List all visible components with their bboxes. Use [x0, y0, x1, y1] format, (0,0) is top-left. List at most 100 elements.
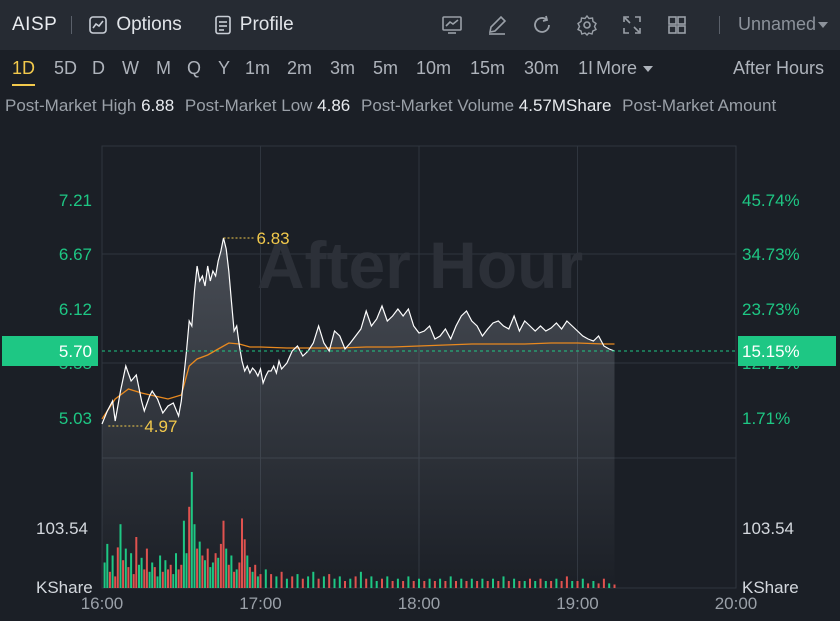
- period-5m[interactable]: 5m: [373, 58, 398, 79]
- volume-bar: [359, 571, 362, 588]
- indicator-chart-icon[interactable]: [440, 13, 464, 37]
- gear-icon[interactable]: [575, 13, 599, 37]
- volume-bar: [587, 583, 590, 588]
- period-5d[interactable]: 5D: [54, 58, 77, 79]
- divider: [718, 15, 720, 34]
- volume-bar: [230, 555, 233, 588]
- period-q[interactable]: Q: [187, 58, 201, 79]
- volume-bar: [193, 524, 196, 588]
- volume-bar: [143, 569, 146, 588]
- volume-bar: [211, 562, 214, 588]
- volume-bar: [175, 553, 177, 588]
- volume-bar: [135, 537, 138, 588]
- volume-bar: [164, 560, 167, 588]
- volume-bar: [114, 576, 117, 588]
- volume-bar: [233, 571, 236, 588]
- volume-bar: [497, 581, 500, 588]
- current-price-label: 5.70: [59, 342, 92, 361]
- volume-bar: [148, 571, 151, 588]
- profile-button[interactable]: Profile: [214, 14, 294, 36]
- volume-bar: [222, 520, 225, 588]
- volume-bar: [219, 543, 222, 588]
- volume-bar: [444, 581, 447, 588]
- volume-bar: [481, 578, 484, 588]
- period-y[interactable]: Y: [218, 58, 230, 79]
- time-tick-label: 17:00: [239, 594, 282, 613]
- volume-bar: [608, 583, 611, 588]
- volume-bar: [119, 524, 122, 588]
- more-periods-button[interactable]: More: [596, 58, 654, 79]
- volume-bar: [122, 560, 125, 588]
- volume-bar: [254, 564, 257, 588]
- volume-bar: [259, 574, 262, 588]
- volume-bar: [338, 576, 341, 588]
- period-w[interactable]: W: [122, 58, 139, 79]
- volume-bar: [328, 574, 331, 588]
- volume-bar: [246, 555, 249, 588]
- current-percent-label: 15.15%: [742, 342, 800, 361]
- period-d[interactable]: D: [92, 58, 105, 79]
- layout-name: Unnamed: [737, 14, 816, 34]
- time-tick-label: 19:00: [556, 594, 599, 613]
- period-10m[interactable]: 10m: [416, 58, 451, 79]
- volume-bar: [513, 578, 516, 588]
- period-3m[interactable]: 3m: [330, 58, 355, 79]
- volume-bar: [130, 553, 133, 588]
- volume-bar: [455, 581, 457, 588]
- volume-bar: [225, 548, 228, 588]
- price-axis: 7.216.676.125.585.03: [59, 191, 92, 428]
- volume-bar: [209, 567, 212, 588]
- period-m[interactable]: M: [156, 58, 171, 79]
- price-chart[interactable]: After Hour 6.834.97 7.216.676.125.585.03…: [0, 126, 840, 621]
- refresh-icon[interactable]: [530, 13, 554, 37]
- volume-bar: [217, 557, 220, 588]
- period-2m[interactable]: 2m: [287, 58, 312, 79]
- volume-bar: [264, 569, 267, 588]
- percent-axis: 45.74%34.73%23.73%12.72%1.71%: [742, 191, 800, 428]
- options-button[interactable]: Options: [88, 14, 182, 36]
- ticker-symbol[interactable]: AISP: [12, 14, 57, 36]
- layout-selector[interactable]: Unnamed: [718, 14, 828, 35]
- volume-bar: [151, 562, 154, 588]
- volume-bar: [301, 578, 304, 588]
- volume-bar: [177, 569, 180, 588]
- volume-bar: [182, 520, 185, 588]
- volume-bar: [201, 555, 204, 588]
- volume-scale-right: 103.54: [742, 519, 794, 538]
- stat-low-value: 4.86: [317, 96, 351, 115]
- period-1m[interactable]: 1m: [245, 58, 270, 79]
- period-1d[interactable]: 1D: [12, 58, 36, 86]
- volume-bar: [555, 578, 558, 588]
- toolbar-icons: [440, 13, 710, 37]
- session-selector[interactable]: After Hours: [733, 58, 824, 79]
- fullscreen-icon[interactable]: [620, 13, 644, 37]
- volume-bar: [124, 548, 127, 588]
- volume-bar: [153, 567, 156, 588]
- volume-bar: [132, 574, 135, 588]
- volume-bar: [354, 576, 357, 588]
- volume-bar: [307, 576, 310, 588]
- volume-bar: [581, 578, 584, 588]
- stat-high-value: 6.88: [141, 96, 175, 115]
- volume-bar: [296, 574, 299, 588]
- volume-bar: [169, 564, 172, 588]
- time-axis: 16:00 17:00 18:00 19:00 20:00: [81, 594, 758, 613]
- caret-down-icon: [643, 66, 654, 73]
- draw-pencil-icon[interactable]: [485, 13, 509, 37]
- period-15m[interactable]: 15m: [470, 58, 505, 79]
- period-1i[interactable]: 1I: [578, 58, 593, 79]
- volume-bar: [428, 578, 431, 588]
- volume-bar: [172, 574, 175, 588]
- volume-bar: [486, 581, 489, 588]
- stat-volume-label: Post-Market Volume: [361, 96, 515, 115]
- grid-layout-icon[interactable]: [665, 13, 689, 37]
- volume-bar: [365, 578, 368, 588]
- volume-bar: [391, 581, 394, 588]
- high-marker-label: 6.83: [257, 229, 290, 248]
- volume-bar: [159, 555, 162, 588]
- percent-tick-label: 23.73%: [742, 300, 800, 319]
- period-30m[interactable]: 30m: [524, 58, 559, 79]
- volume-bar: [386, 576, 389, 588]
- watermark-text: After Hour: [257, 228, 583, 302]
- volume-bar: [375, 581, 378, 588]
